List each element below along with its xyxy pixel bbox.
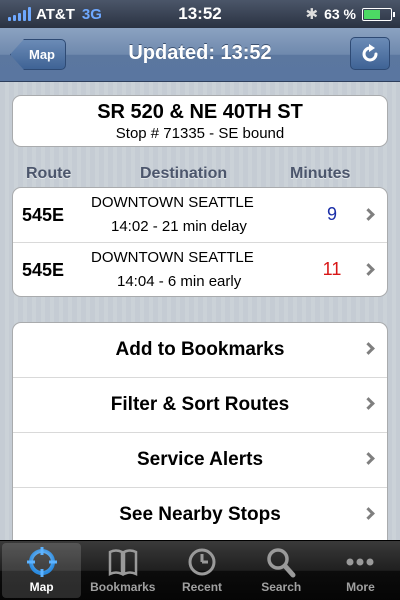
- action-label: Filter & Sort Routes: [110, 394, 290, 415]
- magnifier-icon: [267, 548, 296, 578]
- tab-label: Bookmarks: [90, 580, 156, 594]
- action-label: See Nearby Stops: [119, 504, 281, 525]
- tab-label: Search: [261, 580, 302, 594]
- chevron-right-icon: [362, 263, 375, 276]
- tab-more[interactable]: More: [321, 541, 400, 600]
- battery-level: [364, 9, 381, 19]
- tab-label: Map: [29, 580, 54, 594]
- arrival-detail: 14:02 - 21 min delay: [111, 218, 247, 235]
- route-number: 545E: [22, 260, 65, 280]
- page-title: Updated: 13:52: [128, 42, 272, 64]
- tab-label: Recent: [182, 580, 223, 594]
- more-dots-icon: [346, 558, 374, 566]
- status-bar: AT&T 3G 13:52 ✱ 63 %: [0, 0, 400, 28]
- refresh-button[interactable]: [350, 37, 390, 70]
- clock-icon: [188, 548, 216, 576]
- chevron-right-icon: [362, 507, 375, 520]
- tab-search[interactable]: Search: [242, 541, 321, 600]
- actions-list: Add to Bookmarks Filter & Sort Routes Se…: [12, 322, 388, 562]
- arrival-row[interactable]: 545E DOWNTOWN SEATTLE 14:04 - 6 min earl…: [13, 242, 387, 296]
- tab-bar: Map Bookmarks Recent Search More: [0, 540, 400, 600]
- filter-sort-routes-button[interactable]: Filter & Sort Routes: [13, 378, 387, 433]
- navigation-bar: Map Updated: 13:52: [0, 28, 400, 82]
- stop-name: SR 520 & NE 40TH ST: [97, 101, 303, 123]
- battery-icon: [362, 7, 395, 21]
- book-icon: [108, 549, 138, 577]
- arrival-row[interactable]: 545E DOWNTOWN SEATTLE 14:02 - 21 min del…: [13, 188, 387, 242]
- column-header-route: Route: [26, 165, 72, 182]
- stop-info-card: SR 520 & NE 40TH ST Stop # 71335 - SE bo…: [12, 95, 388, 147]
- chevron-right-icon: [362, 397, 375, 410]
- destination: DOWNTOWN SEATTLE: [91, 249, 254, 266]
- carrier-name: AT&T: [36, 5, 75, 23]
- destination: DOWNTOWN SEATTLE: [91, 194, 254, 211]
- battery-percent: 63 %: [324, 6, 356, 22]
- arrivals-table: 545E DOWNTOWN SEATTLE 14:02 - 21 min del…: [12, 187, 388, 297]
- chevron-right-icon: [362, 452, 375, 465]
- tab-map[interactable]: Map: [2, 543, 82, 598]
- tab-bookmarks[interactable]: Bookmarks: [83, 541, 162, 600]
- service-alerts-button[interactable]: Service Alerts: [13, 433, 387, 488]
- arrival-detail: 14:04 - 6 min early: [117, 273, 242, 290]
- minutes-until-arrival: 11: [322, 259, 342, 279]
- bluetooth-icon: ✱: [305, 6, 319, 23]
- network-type: 3G: [81, 5, 102, 23]
- minutes-until-arrival: 9: [326, 204, 337, 224]
- action-label: Service Alerts: [136, 449, 264, 470]
- tab-label: More: [346, 580, 375, 594]
- route-number: 545E: [22, 205, 65, 225]
- stop-number: Stop # 71335 - SE bound: [115, 125, 285, 142]
- see-nearby-stops-button[interactable]: See Nearby Stops: [13, 488, 387, 543]
- back-to-map-button[interactable]: Map: [10, 39, 66, 70]
- refresh-icon: [362, 43, 378, 61]
- signal-strength-icon: [8, 7, 31, 21]
- column-header-destination: Destination: [140, 165, 228, 182]
- chevron-right-icon: [362, 208, 375, 221]
- tab-recent[interactable]: Recent: [162, 541, 241, 600]
- column-header-minutes: Minutes: [290, 165, 351, 182]
- map-crosshair-icon: [26, 547, 57, 577]
- add-to-bookmarks-button[interactable]: Add to Bookmarks: [13, 323, 387, 378]
- action-label: Add to Bookmarks: [115, 339, 285, 360]
- chevron-right-icon: [362, 342, 375, 355]
